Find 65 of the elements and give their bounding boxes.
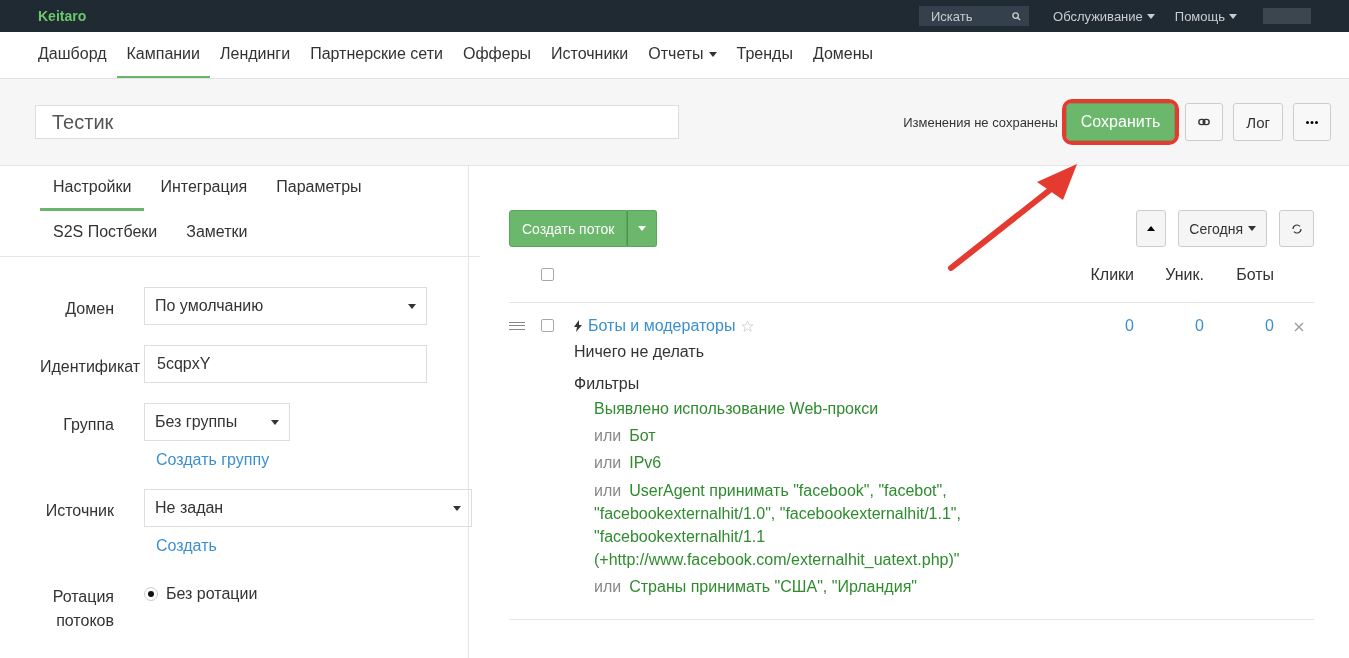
nav-tab[interactable]: Отчеты — [638, 32, 727, 78]
campaign-name-field[interactable]: Тестик — [35, 105, 679, 139]
refresh-button[interactable] — [1279, 210, 1314, 247]
link-button[interactable] — [1185, 103, 1224, 141]
settings-tab[interactable]: Заметки — [173, 211, 261, 256]
star-icon[interactable] — [741, 319, 755, 333]
action-text: Ничего не делать — [574, 343, 705, 361]
status-text: Изменения не сохранены — [903, 114, 1058, 130]
settings-tab[interactable]: S2S Постбеки — [40, 211, 171, 256]
nav-tab[interactable]: Домены — [802, 32, 884, 78]
top-menu[interactable]: Обслуживание — [1053, 8, 1155, 24]
caret-icon — [408, 303, 416, 309]
triangle-up-icon — [1147, 226, 1156, 231]
filters-heading: Фильтры — [574, 375, 641, 393]
input-field[interactable]: 5cqpxY — [144, 345, 427, 383]
caret-icon — [1229, 13, 1237, 19]
filter-text: или UserAgent принимать "facebook", "facebot", "facebookexternalhit/1.0", "facebookexternalhit/1.1", "facebookexternalhit/1.1 (+http://www.facebook.com/externalhit_uatext.php)" — [594, 480, 962, 571]
caret-icon — [1146, 13, 1155, 19]
logo[interactable]: Keitaro — [38, 8, 899, 24]
nav-tab[interactable]: Партнерские сети — [300, 32, 453, 78]
filter-text: или Страны принимать "США", "Ирландия" — [594, 577, 918, 598]
link-icon — [1198, 118, 1211, 126]
field-label: Ротация потоков — [51, 587, 115, 631]
nav-tab[interactable]: Дашборд — [28, 32, 117, 78]
caret-icon — [1248, 226, 1256, 231]
dropdown-button[interactable] — [627, 210, 658, 247]
caret-icon — [638, 226, 647, 231]
select-field[interactable]: Без группы — [144, 403, 290, 441]
field-label: Группа — [62, 415, 115, 435]
close-icon[interactable] — [1294, 322, 1304, 332]
search-icon — [1012, 12, 1021, 21]
filter-text: или IPv6 — [594, 453, 663, 474]
column-header: Клики — [1089, 265, 1134, 284]
select-field[interactable]: Не задан — [144, 489, 472, 527]
nav-tab[interactable]: Тренды — [726, 32, 803, 78]
caret-icon — [271, 419, 279, 425]
column-header: Уник. — [1164, 265, 1204, 284]
settings-tab[interactable]: Параметры — [263, 166, 375, 211]
nav-tab[interactable]: Офферы — [452, 32, 542, 78]
select-all-checkbox[interactable] — [541, 268, 554, 281]
nav-tab[interactable]: Лендинги — [210, 32, 301, 78]
lightning-icon — [574, 320, 582, 332]
column-header: Боты — [1235, 265, 1274, 284]
more-icon — [1306, 120, 1318, 124]
caret-icon — [453, 505, 461, 511]
field-label: Идентификат — [39, 357, 142, 377]
radio-icon[interactable] — [144, 587, 158, 601]
nav-tab[interactable]: Источники — [541, 32, 639, 78]
field-label: Домен — [64, 299, 115, 319]
refresh-icon — [1290, 222, 1303, 235]
settings-tab[interactable]: Интеграция — [147, 166, 261, 211]
radio-option[interactable]: Без ротации — [144, 575, 258, 603]
filter-text: или Бот — [594, 426, 657, 447]
settings-tab[interactable]: Настройки — [40, 166, 145, 211]
search-field[interactable]: Искать — [919, 6, 1029, 26]
more-button[interactable] — [1293, 103, 1331, 141]
top-menu[interactable]: Помощь — [1174, 8, 1237, 24]
select-field[interactable]: По умолчанию — [144, 287, 427, 325]
log-button[interactable]: Лог — [1233, 103, 1283, 141]
row-checkbox[interactable] — [541, 319, 554, 332]
period-button[interactable]: Сегодня — [1178, 210, 1267, 247]
drag-handle-icon[interactable] — [509, 322, 525, 330]
filter-text: Выявлено использование Web-прокси — [594, 399, 880, 419]
collapse-button[interactable] — [1136, 210, 1167, 247]
field-label: Источник — [44, 501, 115, 521]
